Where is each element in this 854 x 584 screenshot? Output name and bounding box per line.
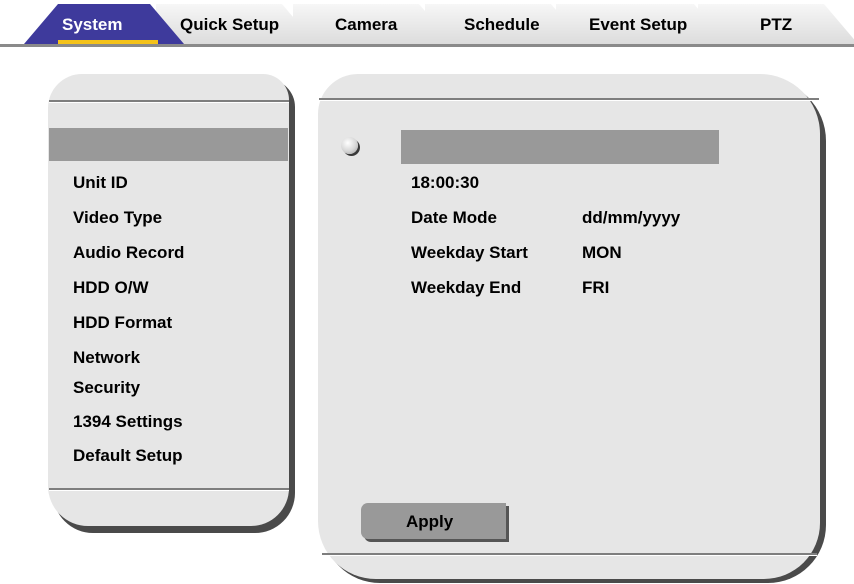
main-bottom-divider (322, 553, 817, 556)
sidebar-item-security[interactable]: Security (73, 378, 140, 398)
apply-button[interactable]: Apply (361, 503, 506, 539)
sidebar-item-video-type[interactable]: Video Type (73, 208, 162, 228)
tab-label: Quick Setup (180, 15, 280, 34)
tab-label: Camera (335, 15, 398, 34)
selected-field[interactable] (401, 130, 719, 164)
date-mode-label: Date Mode (411, 208, 497, 227)
apply-button-label: Apply (406, 512, 454, 531)
tab-label: System (62, 15, 123, 34)
sidebar-item-network[interactable]: Network (73, 348, 140, 368)
time-value[interactable]: 18:00:30 (411, 173, 479, 193)
sidebar-selected-item[interactable] (49, 128, 288, 161)
sidebar-item-1394-settings[interactable]: 1394 Settings (73, 412, 183, 432)
radio-button[interactable] (341, 137, 358, 154)
tab-strip (0, 44, 854, 47)
main-top-divider (319, 98, 819, 101)
tab-quick-setup[interactable]: Quick Setup (156, 4, 316, 44)
weekday-end-label: Weekday End (411, 278, 522, 297)
sidebar-item-audio-record[interactable]: Audio Record (73, 243, 184, 263)
sidebar-item-default-setup[interactable]: Default Setup (73, 446, 183, 466)
tab-label: Schedule (464, 15, 540, 34)
sidebar-item-hdd-format[interactable]: HDD Format (73, 313, 172, 333)
sidebar-top-divider (49, 100, 289, 103)
sidebar-item-hdd-ow[interactable]: HDD O/W (73, 278, 149, 298)
weekday-end-value[interactable]: FRI (582, 278, 609, 298)
tab-label: PTZ (760, 15, 793, 34)
tab-label: Event Setup (589, 15, 688, 34)
weekday-start-value[interactable]: MON (582, 243, 622, 263)
date-mode-value[interactable]: dd/mm/yyyy (582, 208, 680, 228)
sidebar-bottom-divider (49, 488, 289, 491)
sidebar-item-unit-id[interactable]: Unit ID (73, 173, 128, 193)
weekday-start-label: Weekday Start (411, 243, 528, 262)
